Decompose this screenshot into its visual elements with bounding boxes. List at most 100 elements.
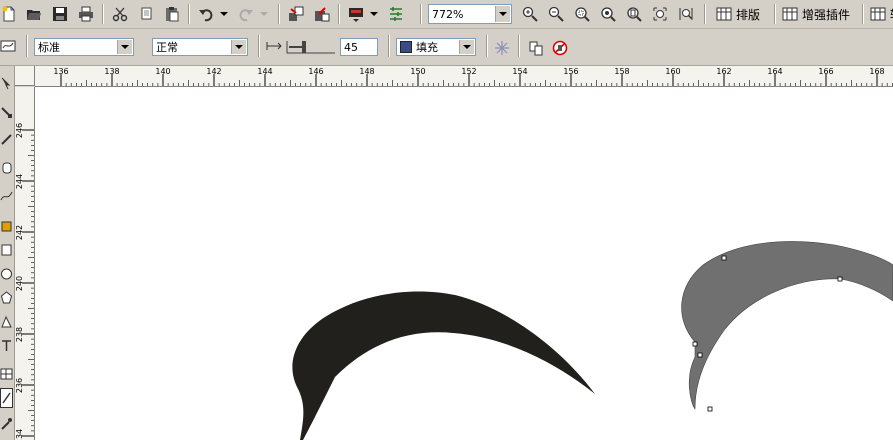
more-menu-button[interactable]: 辅: [870, 3, 893, 25]
zoom-all-icon[interactable]: [598, 3, 618, 25]
zoom-page-icon[interactable]: [624, 3, 644, 25]
paste-icon[interactable]: [162, 3, 182, 25]
ruler-tick-label: 146: [308, 67, 324, 76]
pick-tool-icon[interactable]: [0, 74, 13, 94]
ruler-tick-label: 152: [461, 67, 477, 76]
mode-select-value: 正常: [156, 41, 178, 54]
vertical-ruler[interactable]: 246 244 242 240 238 236 234: [15, 87, 35, 440]
shape-tool-icon[interactable]: [0, 102, 13, 122]
copy-icon[interactable]: [138, 3, 156, 25]
ruler-tick-label: 158: [614, 67, 630, 76]
import-icon[interactable]: [286, 3, 306, 25]
polygon-tool-icon[interactable]: [0, 288, 13, 308]
separator: [338, 4, 340, 24]
ruler-tick-label: 242: [15, 224, 25, 241]
zoom-in-icon[interactable]: [520, 3, 540, 25]
width-input[interactable]: 45: [340, 38, 378, 56]
more-icon: [870, 7, 886, 21]
text-tool-icon[interactable]: [0, 336, 13, 356]
plugins-menu-button[interactable]: 增强插件: [782, 3, 850, 25]
separator: [278, 4, 280, 24]
gray-petal-shape[interactable]: [681, 241, 893, 410]
publish-icon[interactable]: [346, 3, 366, 25]
chevron-down-icon: [117, 40, 132, 54]
zoom-height-icon[interactable]: [676, 3, 696, 25]
eyedropper-tool-icon[interactable]: [0, 414, 13, 434]
mode-select[interactable]: 正常: [152, 38, 248, 56]
ruler-tick-label: 156: [563, 67, 579, 76]
layout-icon: [716, 7, 732, 21]
export-icon[interactable]: [312, 3, 332, 25]
ruler-tick-label: 138: [104, 67, 120, 76]
smart-fill-tool-icon[interactable]: [0, 216, 13, 236]
ruler-tick-label: 234: [15, 428, 25, 440]
open-icon[interactable]: [24, 3, 44, 25]
rectangle-tool-icon[interactable]: [0, 240, 13, 260]
save-icon[interactable]: [50, 3, 70, 25]
width-icon: [266, 38, 282, 54]
ruler-tick-label: 140: [155, 67, 171, 76]
style-select[interactable]: 标准: [34, 38, 134, 56]
options-icon[interactable]: [386, 3, 406, 25]
cut-icon[interactable]: [110, 3, 130, 25]
publish-dropdown-arrow[interactable]: [368, 3, 380, 25]
chevron-down-icon: [459, 40, 474, 54]
zoom-level-select[interactable]: 772%: [428, 4, 512, 24]
ellipse-tool-icon[interactable]: [0, 264, 13, 284]
ruler-tick-label: 162: [716, 67, 732, 76]
separator: [862, 4, 864, 24]
ruler-tick-label: 164: [767, 67, 783, 76]
ruler-tick-label: 246: [15, 122, 25, 139]
knife-tool-icon[interactable]: [0, 130, 13, 150]
ruler-tick-label: 166: [818, 67, 834, 76]
ruler-tick-label: 168: [869, 67, 885, 76]
separator: [420, 4, 422, 24]
separator: [486, 35, 488, 57]
ruler-origin[interactable]: [15, 66, 35, 86]
fill-swatch-icon: [400, 41, 412, 53]
hand-tool-icon[interactable]: [0, 158, 13, 178]
ruler-tick-label: 244: [15, 173, 25, 190]
basic-shapes-tool-icon[interactable]: [0, 312, 13, 332]
ruler-tick-label: 240: [15, 275, 25, 292]
ruler-tick-label: 144: [257, 67, 273, 76]
zoom-selected-icon[interactable]: [572, 3, 592, 25]
drawing-svg: [292, 241, 893, 440]
redo-dropdown-arrow[interactable]: [258, 3, 270, 25]
horizontal-ruler[interactable]: 136 138 140 142 144 146 148 150 152 154 156 158 160 1…: [35, 66, 893, 87]
separator: [704, 4, 706, 24]
zoom-out-icon[interactable]: [546, 3, 566, 25]
redo-icon[interactable]: [236, 3, 256, 25]
ruler-tick-label: 148: [359, 67, 375, 76]
separator: [102, 4, 104, 24]
drawing-canvas[interactable]: [35, 87, 893, 440]
fill-select[interactable]: 填充: [396, 38, 476, 56]
plugins-icon: [782, 7, 798, 21]
separator: [774, 4, 776, 24]
brush-preset-icon[interactable]: [0, 35, 16, 57]
ruler-tick-label: 136: [53, 67, 69, 76]
dark-petal-shape[interactable]: [292, 291, 595, 440]
width-slider[interactable]: [286, 38, 336, 56]
property-bar: 标准 正常 45 填充: [0, 29, 893, 66]
undo-dropdown-arrow[interactable]: [218, 3, 230, 25]
freehand-tool-icon[interactable]: [0, 186, 13, 206]
new-icon[interactable]: [0, 3, 18, 25]
pressure-icon[interactable]: [492, 37, 512, 59]
layout-menu-button[interactable]: 排版: [716, 3, 760, 25]
toolbox: [0, 66, 15, 440]
undo-icon[interactable]: [196, 3, 216, 25]
table-tool-icon[interactable]: [0, 364, 13, 384]
separator: [388, 35, 390, 57]
ruler-tick-label: 154: [512, 67, 528, 76]
print-icon[interactable]: [76, 3, 96, 25]
ruler-tick-label: 238: [15, 326, 25, 343]
chevron-down-icon: [495, 6, 510, 22]
chevron-down-icon: [231, 40, 246, 54]
clear-icon[interactable]: [550, 37, 570, 59]
zoom-width-icon[interactable]: [650, 3, 670, 25]
copy-properties-icon[interactable]: [526, 37, 546, 59]
fill-select-value: 填充: [416, 41, 438, 54]
ruler-tick-label: 150: [410, 67, 426, 76]
interactive-tool-icon[interactable]: [0, 388, 13, 408]
